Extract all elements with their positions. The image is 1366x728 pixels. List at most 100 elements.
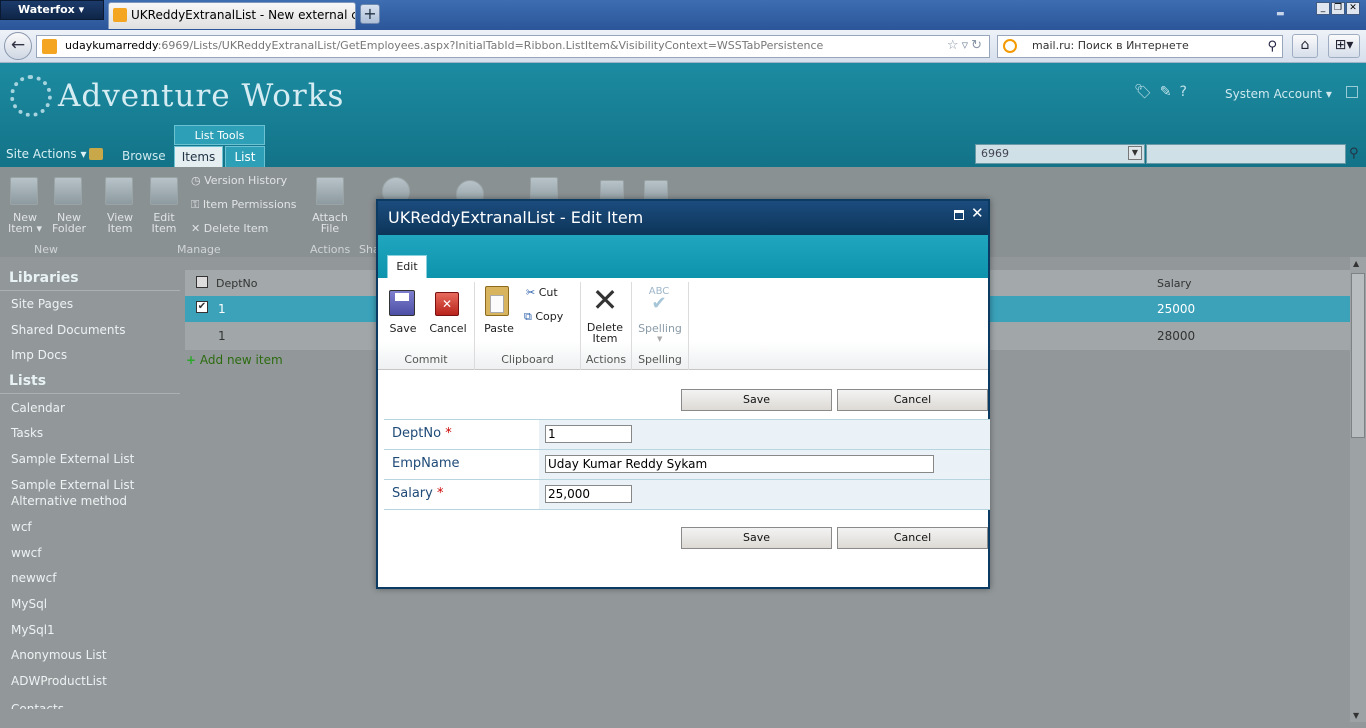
save-button[interactable]: Save [681, 389, 832, 411]
ql-item-imp-docs[interactable]: Imp Docs [11, 347, 67, 363]
deptno-input[interactable] [545, 425, 632, 443]
view-item-button[interactable]: View Item [99, 212, 141, 234]
home-icon[interactable]: ⌂ [1292, 34, 1318, 58]
back-arrow-icon[interactable]: ← [4, 32, 32, 60]
dialog-ribbon-band [378, 235, 988, 278]
tab-title: UKReddyExtranalList - New external conte… [131, 8, 355, 22]
maximize-icon[interactable] [954, 210, 964, 220]
close-icon[interactable]: ✕ [971, 204, 984, 222]
site-title[interactable]: Adventure Works [58, 78, 344, 114]
ql-item-mysql[interactable]: MySql [11, 596, 47, 612]
ql-item-anonymous-list[interactable]: Anonymous List [11, 647, 107, 663]
scroll-up-icon[interactable]: ▲ [1353, 259, 1359, 268]
ribbon-paste-button[interactable]: Paste [480, 322, 518, 335]
row-checkbox[interactable]: ✔ [196, 301, 208, 313]
social-tags-icon[interactable]: 🏷✎? [1134, 84, 1195, 100]
cell-salary: 28000 [1157, 329, 1196, 343]
ql-item-site-pages[interactable]: Site Pages [11, 296, 73, 312]
select-all-checkbox[interactable] [196, 276, 208, 288]
new-tab-button[interactable]: + [360, 4, 380, 24]
addons-icon[interactable]: ⊞▾ [1328, 34, 1360, 58]
user-menu[interactable]: System Account ▾ [1225, 87, 1332, 101]
ribbon-cancel-button[interactable]: Cancel [428, 322, 468, 335]
attach-file-button[interactable]: Attach File [309, 212, 351, 234]
tab-items[interactable]: Items [174, 146, 223, 167]
ql-item-wwcf[interactable]: wwcf [11, 545, 41, 561]
libraries-heading[interactable]: Libraries [9, 270, 79, 286]
divider [0, 393, 180, 394]
search-bar[interactable]: mail.ru: Поиск в Интернете ⚲ [997, 35, 1283, 58]
scrollbar-thumb[interactable] [1351, 273, 1365, 438]
column-header-salary[interactable]: Salary [1157, 277, 1192, 290]
required-marker: * [445, 426, 452, 441]
ribbon-cut-button[interactable]: ✂ Cut [526, 286, 558, 299]
form-row-deptno: DeptNo * [384, 419, 990, 449]
search-go-icon[interactable]: ⚲ [1267, 37, 1277, 57]
chevron-down-icon[interactable]: ▼ [1128, 146, 1142, 160]
ql-item-mysql1[interactable]: MySql1 [11, 622, 55, 638]
list-tools-context: List Tools [174, 125, 265, 145]
version-history-button[interactable]: ◷ Version History [191, 175, 287, 187]
save-disk-icon [389, 290, 415, 316]
browser-tab[interactable]: UKReddyExtranalList - New external conte… [108, 2, 356, 29]
permissions-icon: ⚿ [191, 198, 203, 211]
url-host: udaykumarreddy [65, 39, 158, 52]
scissors-icon: ✂ [526, 286, 539, 299]
cancel-button[interactable]: Cancel [837, 527, 988, 549]
save-button[interactable]: Save [681, 527, 832, 549]
tabs-overflow-icon[interactable]: ▬ [1276, 9, 1285, 19]
restore-window-icon[interactable]: ❐ [1331, 2, 1345, 15]
ribbon-copy-button[interactable]: ⧉ Copy [524, 310, 563, 324]
close-window-icon[interactable]: ✕ [1346, 2, 1360, 15]
adventure-works-logo-icon [10, 75, 52, 117]
ql-item-sample-external-list[interactable]: Sample External List [11, 451, 134, 467]
edit-item-icon [150, 177, 178, 205]
edit-item-button[interactable]: Edit Item [143, 212, 185, 234]
ql-item-tasks[interactable]: Tasks [11, 425, 43, 441]
ql-item-sample-external-list-alt[interactable]: Sample External List Alternative method [11, 477, 161, 509]
salary-input[interactable] [545, 485, 632, 503]
required-marker: * [436, 486, 444, 501]
column-header-deptno[interactable]: DeptNo [216, 277, 258, 290]
ql-item-calendar[interactable]: Calendar [11, 400, 65, 416]
ribbon-save-button[interactable]: Save [387, 322, 419, 335]
search-icon[interactable]: ⚲ [1349, 146, 1359, 161]
tab-list[interactable]: List [225, 146, 265, 167]
new-folder-button[interactable]: New Folder [48, 212, 90, 234]
ribbon-spelling-button[interactable]: Spelling [635, 322, 685, 335]
ribbon-delete-item-button[interactable]: Delete Item [584, 322, 626, 344]
site-search-input[interactable] [1146, 144, 1346, 164]
site-actions-menu[interactable]: Site Actions ▾ [6, 147, 87, 161]
minimize-window-icon[interactable]: _ [1316, 2, 1330, 15]
cancel-button[interactable]: Cancel [837, 389, 988, 411]
empname-input[interactable] [545, 455, 934, 473]
fullscreen-icon[interactable] [1346, 86, 1358, 98]
ql-item-newwcf[interactable]: newwcf [11, 570, 56, 586]
item-permissions-button[interactable]: ⚿ Item Permissions [191, 199, 296, 211]
delete-item-ribbon-button[interactable]: ✕ Delete Item [191, 223, 268, 235]
group-actions: Actions [585, 353, 627, 366]
plus-icon: + [186, 353, 197, 367]
tab-browse[interactable]: Browse [122, 149, 166, 163]
search-scope-select[interactable]: 6969 [975, 144, 1145, 164]
cell-salary: 25000 [1157, 302, 1196, 316]
view-item-icon [105, 177, 133, 205]
ql-item-adwproductlist[interactable]: ADWProductList [11, 673, 107, 689]
new-item-button[interactable]: New Item ▾ [4, 212, 46, 234]
ql-item-contacts[interactable]: Contacts [11, 699, 64, 709]
bookmark-star-icon[interactable]: ☆▿↻ [947, 36, 985, 56]
search-engine-icon[interactable] [1003, 39, 1017, 53]
navigate-up-icon[interactable] [89, 148, 103, 160]
ql-item-wcf[interactable]: wcf [11, 519, 32, 535]
group-spelling: Spelling [638, 353, 682, 366]
scroll-down-icon[interactable]: ▼ [1353, 711, 1359, 720]
field-label: Salary * [392, 486, 444, 501]
chevron-down-icon: ▼ [657, 335, 663, 343]
ribbon-group-actions: Actions [310, 243, 351, 256]
tab-edit[interactable]: Edit [387, 255, 427, 278]
lists-heading[interactable]: Lists [9, 373, 46, 389]
app-menu-button[interactable]: Waterfox ▾ [0, 0, 104, 20]
ql-item-shared-documents[interactable]: Shared Documents [11, 322, 125, 338]
url-bar[interactable]: udaykumarreddy:6969/Lists/UKReddyExtrana… [36, 35, 990, 58]
add-new-item-link[interactable]: + Add new item [186, 353, 283, 367]
